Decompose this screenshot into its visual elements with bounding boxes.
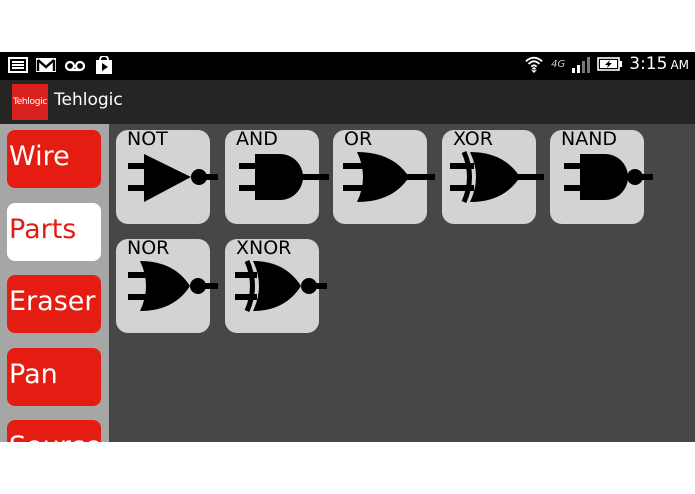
part-label: NOT bbox=[127, 128, 168, 150]
part-nor[interactable]: NOR bbox=[116, 237, 218, 333]
part-xor[interactable]: XOR bbox=[442, 128, 544, 224]
part-label: AND bbox=[236, 128, 278, 150]
play-store-icon bbox=[96, 56, 112, 74]
tool-sidebar: Wire Parts Eraser Pan Source bbox=[0, 124, 109, 442]
network-type: 4G bbox=[551, 58, 566, 70]
battery-charging-icon bbox=[597, 57, 623, 71]
clock-time: 3:15 bbox=[629, 54, 668, 74]
part-or[interactable]: OR bbox=[333, 128, 435, 224]
part-label: OR bbox=[344, 128, 373, 150]
part-nand[interactable]: NAND bbox=[550, 128, 653, 224]
gmail-icon bbox=[36, 58, 56, 72]
phone-screen: 4G 3:15 AM Tehlogic Tehlogic Wire Parts E… bbox=[0, 52, 695, 442]
wifi-icon bbox=[525, 56, 543, 73]
tool-pan-button[interactable]: Pan bbox=[7, 348, 101, 406]
part-not[interactable]: NOT bbox=[116, 128, 218, 224]
app-icon-text: Tehlogic bbox=[13, 97, 47, 107]
tool-parts-button[interactable]: Parts bbox=[7, 203, 101, 261]
notification-icon bbox=[8, 57, 28, 73]
tool-source-button[interactable]: Source bbox=[7, 420, 101, 442]
part-label: NOR bbox=[127, 237, 170, 259]
part-label: XNOR bbox=[236, 237, 292, 259]
part-label: XOR bbox=[453, 128, 493, 150]
tool-wire-button[interactable]: Wire bbox=[7, 130, 101, 188]
part-xnor[interactable]: XNOR bbox=[225, 237, 327, 333]
app-icon[interactable]: Tehlogic bbox=[12, 84, 48, 120]
tool-eraser-button[interactable]: Eraser bbox=[7, 275, 101, 333]
voicemail-icon bbox=[64, 60, 86, 72]
clock: 3:15 AM bbox=[629, 54, 689, 74]
parts-panel: NOT AND OR XOR NAND NOR XNOR bbox=[109, 124, 695, 442]
signal-icon bbox=[572, 57, 591, 73]
status-bar: 4G 3:15 AM bbox=[0, 52, 695, 80]
part-and[interactable]: AND bbox=[225, 128, 329, 224]
part-label: NAND bbox=[561, 128, 618, 150]
app-title: Tehlogic bbox=[54, 90, 123, 110]
clock-ampm: AM bbox=[670, 58, 689, 72]
action-bar: Tehlogic Tehlogic bbox=[0, 80, 695, 126]
